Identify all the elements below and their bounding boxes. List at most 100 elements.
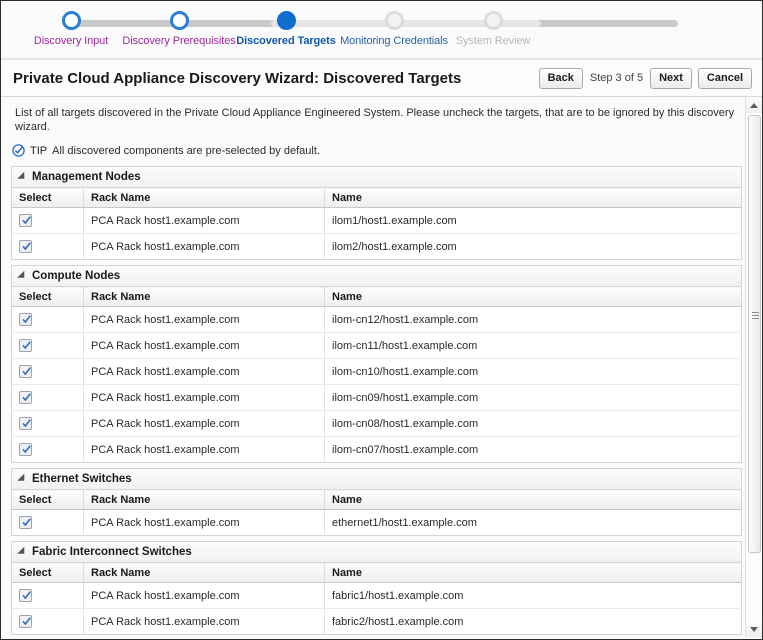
cancel-button[interactable]: Cancel: [697, 67, 752, 89]
row-select-cell: [11, 306, 84, 333]
table-header-row: Select Rack Name Name: [11, 187, 742, 208]
chevron-up-icon: [750, 102, 758, 108]
row-checkbox[interactable]: [19, 417, 32, 430]
row-select-cell: [11, 410, 84, 437]
step-label: System Review: [455, 35, 531, 47]
row-checkbox[interactable]: [19, 365, 32, 378]
intro-text: List of all targets discovered in the Pr…: [15, 107, 735, 133]
table-row: PCA Rack host1.example.com ilom-cn10/host…: [11, 358, 742, 385]
table-row: PCA Rack host1.example.com ilom1/host1.ex…: [11, 207, 742, 234]
wizard-nav-buttons: Back Step 3 of 5 Next Cancel: [538, 67, 752, 89]
check-icon: [22, 367, 31, 376]
table-row: PCA Rack host1.example.com ethernet1/host…: [11, 509, 742, 536]
scrollbar-grip-icon: [752, 312, 759, 319]
chevron-down-icon: [750, 626, 758, 632]
step-counter: Step 3 of 5: [589, 72, 644, 84]
scroll-up-button[interactable]: [746, 97, 762, 113]
targets-table-2: Select Rack Name Name PCA Rack host1.exampl…: [11, 286, 742, 463]
section-header-3[interactable]: Ethernet Switches: [11, 468, 742, 489]
wizard-window: Discovery Input Discovery Prerequisites Di…: [0, 0, 763, 640]
row-select-cell: [11, 358, 84, 385]
row-checkbox[interactable]: [19, 313, 32, 326]
section-header-1[interactable]: Management Nodes: [11, 166, 742, 187]
table-row: PCA Rack host1.example.com ilom-cn11/host…: [11, 332, 742, 359]
row-rack-name: PCA Rack host1.example.com: [83, 436, 325, 463]
back-button[interactable]: Back: [538, 67, 583, 89]
row-select-cell: [11, 509, 84, 536]
row-rack-name: PCA Rack host1.example.com: [83, 332, 325, 359]
vertical-scrollbar[interactable]: [745, 97, 762, 637]
check-icon: [22, 518, 31, 527]
row-target-name: ilom-cn07/host1.example.com: [332, 443, 479, 456]
column-header-rack-name: Rack Name: [83, 187, 325, 208]
step-dot-icon: [61, 11, 81, 30]
step-dot-icon: [384, 11, 404, 30]
row-target-name: ilom1/host1.example.com: [324, 207, 742, 234]
row-target-name: ilom2/host1.example.com: [332, 240, 457, 253]
disclosure-triangle-icon: [17, 546, 28, 558]
scrollbar-thumb[interactable]: [748, 115, 761, 553]
wizard-step-5: System Review: [428, 1, 558, 48]
row-rack-name: PCA Rack host1.example.com: [83, 384, 325, 411]
row-rack-name: PCA Rack host1.example.com: [83, 233, 325, 260]
row-checkbox[interactable]: [19, 391, 32, 404]
column-header-select: Select: [11, 562, 84, 583]
row-rack-name: PCA Rack host1.example.com: [83, 358, 325, 385]
check-icon: [22, 617, 31, 626]
section-title: Fabric Interconnect Switches: [32, 546, 192, 558]
section-title: Management Nodes: [32, 171, 141, 183]
row-target-name: ilom-cn08/host1.example.com: [324, 410, 742, 437]
row-checkbox[interactable]: [19, 589, 32, 602]
targets-table-1: Select Rack Name Name PCA Rack host1.exampl…: [11, 187, 742, 260]
table-row: PCA Rack host1.example.com fabric2/host1.…: [11, 608, 742, 635]
row-checkbox[interactable]: [19, 516, 32, 529]
section-title: Ethernet Switches: [32, 473, 132, 485]
wizard-titlebar: Private Cloud Appliance Discovery Wizard…: [1, 59, 762, 97]
row-target-name: ilom-cn09/host1.example.com: [324, 384, 742, 411]
row-select-cell: [11, 582, 84, 609]
page-title: Private Cloud Appliance Discovery Wizard…: [13, 69, 462, 87]
disclosure-triangle-icon: [17, 171, 28, 183]
column-header-select: Select: [11, 489, 84, 510]
disclosure-triangle-icon: [17, 270, 28, 282]
column-header-name: Name: [324, 562, 742, 583]
section-header-2[interactable]: Compute Nodes: [11, 265, 742, 286]
row-checkbox[interactable]: [19, 240, 32, 253]
step-dot-icon: [169, 11, 189, 30]
row-target-name: ilom-cn11/host1.example.com: [324, 332, 742, 359]
section-header-4[interactable]: Fabric Interconnect Switches: [11, 541, 742, 562]
column-header-select: Select: [11, 286, 84, 307]
row-checkbox[interactable]: [19, 339, 32, 352]
check-icon: [22, 341, 31, 350]
check-icon: [22, 216, 31, 225]
next-button[interactable]: Next: [650, 67, 692, 89]
table-row: PCA Rack host1.example.com ilom-cn12/host…: [11, 306, 742, 333]
table-row: PCA Rack host1.example.com ilom-cn08/host…: [11, 410, 742, 437]
tip-label: TIP: [30, 144, 48, 157]
tip-text: All discovered components are pre-select…: [52, 144, 320, 157]
row-select-cell: [11, 608, 84, 635]
column-header-select: Select: [11, 187, 84, 208]
column-header-name: Name: [324, 187, 742, 208]
scroll-down-button[interactable]: [746, 621, 762, 637]
tip-row: TIP All discovered components are pre-se…: [1, 134, 762, 166]
targets-table-3: Select Rack Name Name PCA Rack host1.exampl…: [11, 489, 742, 536]
row-checkbox[interactable]: [19, 214, 32, 227]
column-header-rack-name: Rack Name: [83, 562, 325, 583]
row-target-name: ilom-cn10/host1.example.com: [324, 358, 742, 385]
table-header-row: Select Rack Name Name: [11, 562, 742, 583]
row-checkbox[interactable]: [19, 615, 32, 628]
step-dot-icon: [276, 11, 296, 30]
row-select-cell: [11, 436, 84, 463]
table-header-row: Select Rack Name Name: [11, 286, 742, 307]
row-target-name: fabric1/host1.example.com: [324, 582, 742, 609]
check-icon: [22, 591, 31, 600]
section-title: Compute Nodes: [32, 270, 121, 282]
row-target-name: ilom-cn12/host1.example.com: [324, 306, 742, 333]
check-icon: [22, 419, 31, 428]
row-checkbox[interactable]: [19, 443, 32, 456]
table-header-row: Select Rack Name Name: [11, 489, 742, 510]
disclosure-triangle-icon: [17, 473, 28, 485]
table-row: PCA Rack host1.example.com ilom-cn09/host…: [11, 384, 742, 411]
table-row: PCA Rack host1.example.com ilom-cn07/host…: [11, 436, 742, 463]
